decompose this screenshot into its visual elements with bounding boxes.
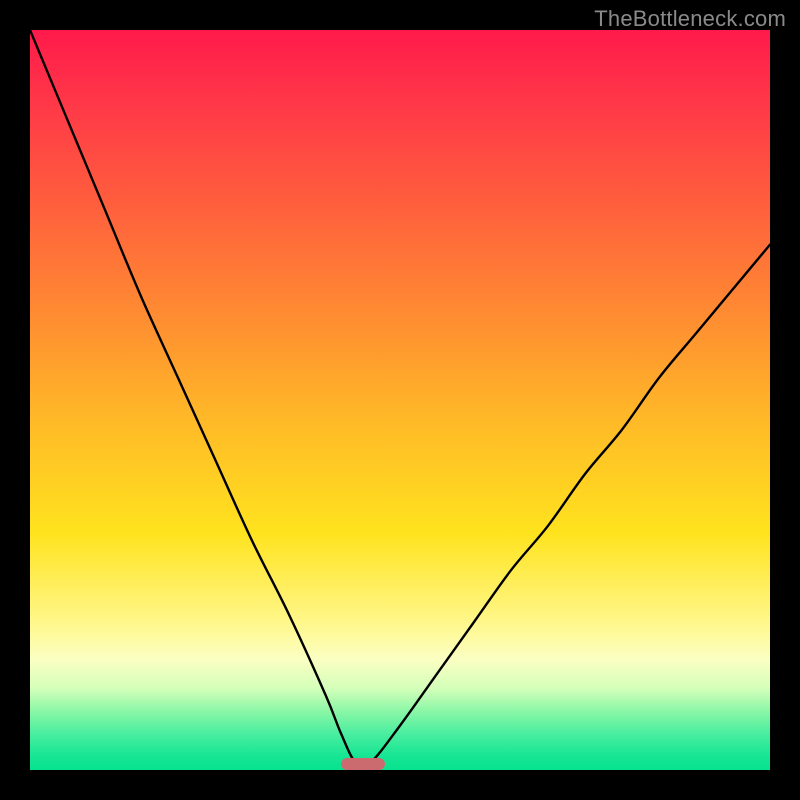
watermark-text: TheBottleneck.com: [594, 6, 786, 32]
chart-frame: TheBottleneck.com: [0, 0, 800, 800]
plot-area: [30, 30, 770, 770]
minimum-marker: [341, 758, 385, 770]
curve-svg: [30, 30, 770, 770]
bottleneck-curve-path: [30, 30, 770, 767]
